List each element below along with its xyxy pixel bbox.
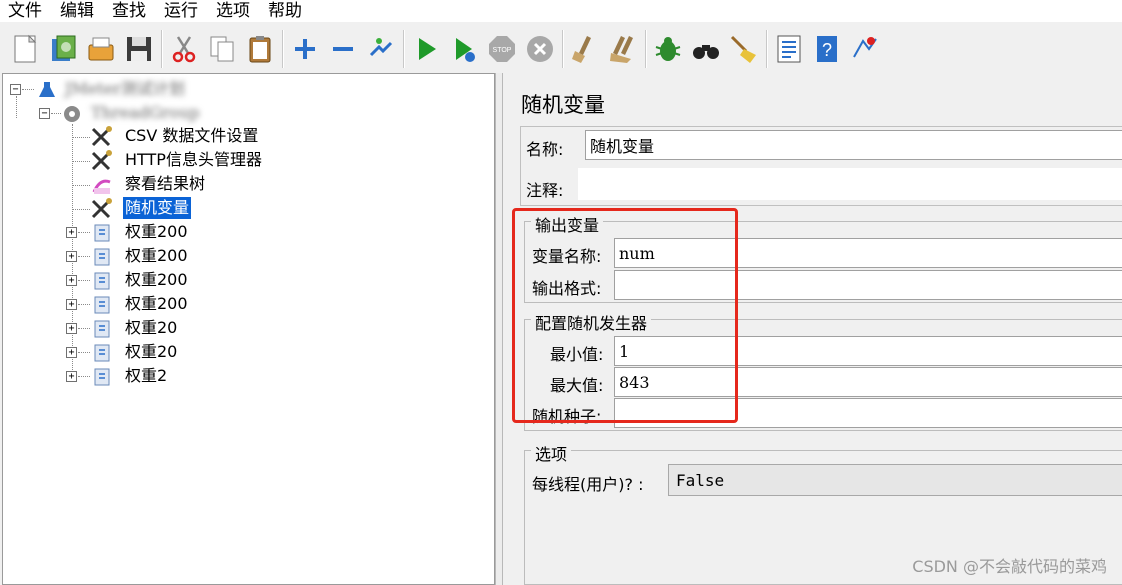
svg-text:?: ? — [822, 40, 832, 60]
toolbar-separator — [403, 30, 404, 68]
clear-icon[interactable] — [566, 30, 604, 68]
search-icon[interactable] — [649, 30, 687, 68]
test-plan-tree: − JMeter测试计划 − ThreadGroup CSV 数据文件设置 HT… — [2, 73, 495, 585]
collapse-icon[interactable] — [324, 30, 362, 68]
tree-item-weight[interactable]: 权重20 — [123, 341, 179, 363]
menu-run[interactable]: 运行 — [155, 0, 207, 22]
new-icon[interactable] — [6, 30, 44, 68]
variable-name-label: 变量名称: — [532, 247, 602, 266]
menu-search[interactable]: 查找 — [103, 0, 155, 22]
test-plan-label[interactable]: JMeter测试计划 — [63, 78, 187, 100]
random-seed-label: 随机种子: — [532, 407, 602, 426]
tree-expand-toggle[interactable]: + — [66, 299, 77, 310]
root-collapse-toggle[interactable]: − — [10, 84, 21, 95]
tree-item-weight[interactable]: 权重200 — [123, 293, 190, 315]
tree-item-view-results[interactable]: 察看结果树 — [123, 173, 207, 195]
random-generator-title: 配置随机发生器 — [531, 310, 652, 334]
save-icon[interactable] — [120, 30, 158, 68]
random-seed-field[interactable] — [614, 398, 1122, 428]
config-wrench-icon — [89, 197, 115, 221]
tree-item-weight[interactable]: 权重20 — [123, 317, 179, 339]
stop-icon[interactable]: STOP — [483, 30, 521, 68]
tree-item-http-header[interactable]: HTTP信息头管理器 — [123, 149, 264, 171]
cut-icon[interactable] — [165, 30, 203, 68]
copy-icon[interactable] — [203, 30, 241, 68]
toolbar-separator — [562, 30, 563, 68]
toolbar-separator — [645, 30, 646, 68]
output-variable-title: 输出变量 — [531, 212, 604, 236]
config-wrench-icon — [89, 149, 115, 173]
expand-icon[interactable] — [286, 30, 324, 68]
toolbar-separator — [161, 30, 162, 68]
controller-icon — [89, 365, 115, 389]
tree-expand-toggle[interactable]: + — [66, 347, 77, 358]
remote-icon[interactable] — [846, 30, 884, 68]
name-label: 名称: — [526, 140, 564, 159]
menu-help[interactable]: 帮助 — [259, 0, 311, 22]
shutdown-icon[interactable] — [521, 30, 559, 68]
variable-name-field[interactable]: num — [614, 238, 1122, 268]
tree-item-weight[interactable]: 权重200 — [123, 221, 190, 243]
config-panel: 随机变量 名称: 随机变量 注释: 输出变量 变量名称: num 输出格式: 配… — [503, 73, 1122, 585]
tree-item-random-variable[interactable]: 随机变量 — [123, 197, 192, 219]
clear-all-icon[interactable] — [604, 30, 642, 68]
tree-item-csv[interactable]: CSV 数据文件设置 — [123, 125, 260, 147]
output-format-label: 输出格式: — [532, 279, 602, 298]
max-value-label: 最大值: — [550, 376, 604, 395]
name-comment-box: 名称: 随机变量 注释: — [520, 126, 1122, 206]
toolbar-separator — [282, 30, 283, 68]
menu-file[interactable]: 文件 — [0, 0, 51, 22]
page-title: 随机变量 — [521, 93, 605, 117]
start-icon[interactable] — [407, 30, 445, 68]
tree-item-weight[interactable]: 权重200 — [123, 245, 190, 267]
paste-icon[interactable] — [241, 30, 279, 68]
comment-label: 注释: — [526, 181, 564, 200]
thread-group-collapse-toggle[interactable]: − — [39, 108, 50, 119]
controller-icon — [89, 245, 115, 269]
tree-expand-toggle[interactable]: + — [66, 371, 77, 382]
binoculars-icon[interactable] — [687, 30, 725, 68]
broom-icon[interactable] — [725, 30, 763, 68]
controller-icon — [89, 293, 115, 317]
test-plan-icon — [34, 78, 60, 102]
help-icon[interactable]: ? — [808, 30, 846, 68]
menu-options[interactable]: 选项 — [207, 0, 259, 22]
per-thread-select[interactable]: False — [668, 464, 1122, 496]
tree-expand-toggle[interactable]: + — [66, 275, 77, 286]
tree-expand-toggle[interactable]: + — [66, 251, 77, 262]
controller-icon — [89, 341, 115, 365]
thread-group-icon — [59, 102, 85, 126]
controller-icon — [89, 221, 115, 245]
function-helper-icon[interactable] — [770, 30, 808, 68]
per-thread-label: 每线程(用户)? : — [532, 475, 644, 494]
menu-edit[interactable]: 编辑 — [51, 0, 103, 22]
toggle-icon[interactable] — [362, 30, 400, 68]
controller-icon — [89, 317, 115, 341]
comment-field[interactable] — [577, 167, 1122, 201]
toolbar: STOP ? — [0, 25, 1122, 73]
name-field[interactable]: 随机变量 — [585, 130, 1122, 160]
panel-splitter[interactable] — [495, 73, 503, 585]
start-no-pause-icon[interactable] — [445, 30, 483, 68]
options-title: 选项 — [531, 441, 572, 465]
thread-group-label[interactable]: ThreadGroup — [89, 102, 201, 124]
tree-item-weight[interactable]: 权重2 — [123, 365, 169, 387]
max-value-field[interactable]: 843 — [614, 367, 1122, 397]
toolbar-separator — [766, 30, 767, 68]
min-value-label: 最小值: — [550, 345, 604, 364]
controller-icon — [89, 269, 115, 293]
tree-expand-toggle[interactable]: + — [66, 323, 77, 334]
svg-text:STOP: STOP — [493, 47, 512, 54]
output-format-field[interactable] — [614, 270, 1122, 300]
tree-item-weight[interactable]: 权重200 — [123, 269, 190, 291]
listener-icon — [89, 173, 115, 197]
tree-expand-toggle[interactable]: + — [66, 227, 77, 238]
min-value-field[interactable]: 1 — [614, 336, 1122, 366]
menu-bar: 文件 编辑 查找 运行 选项 帮助 — [0, 0, 1122, 22]
watermark: CSDN @不会敲代码的菜鸡 — [912, 557, 1107, 576]
config-wrench-icon — [89, 125, 115, 149]
templates-icon[interactable] — [44, 30, 82, 68]
open-icon[interactable] — [82, 30, 120, 68]
